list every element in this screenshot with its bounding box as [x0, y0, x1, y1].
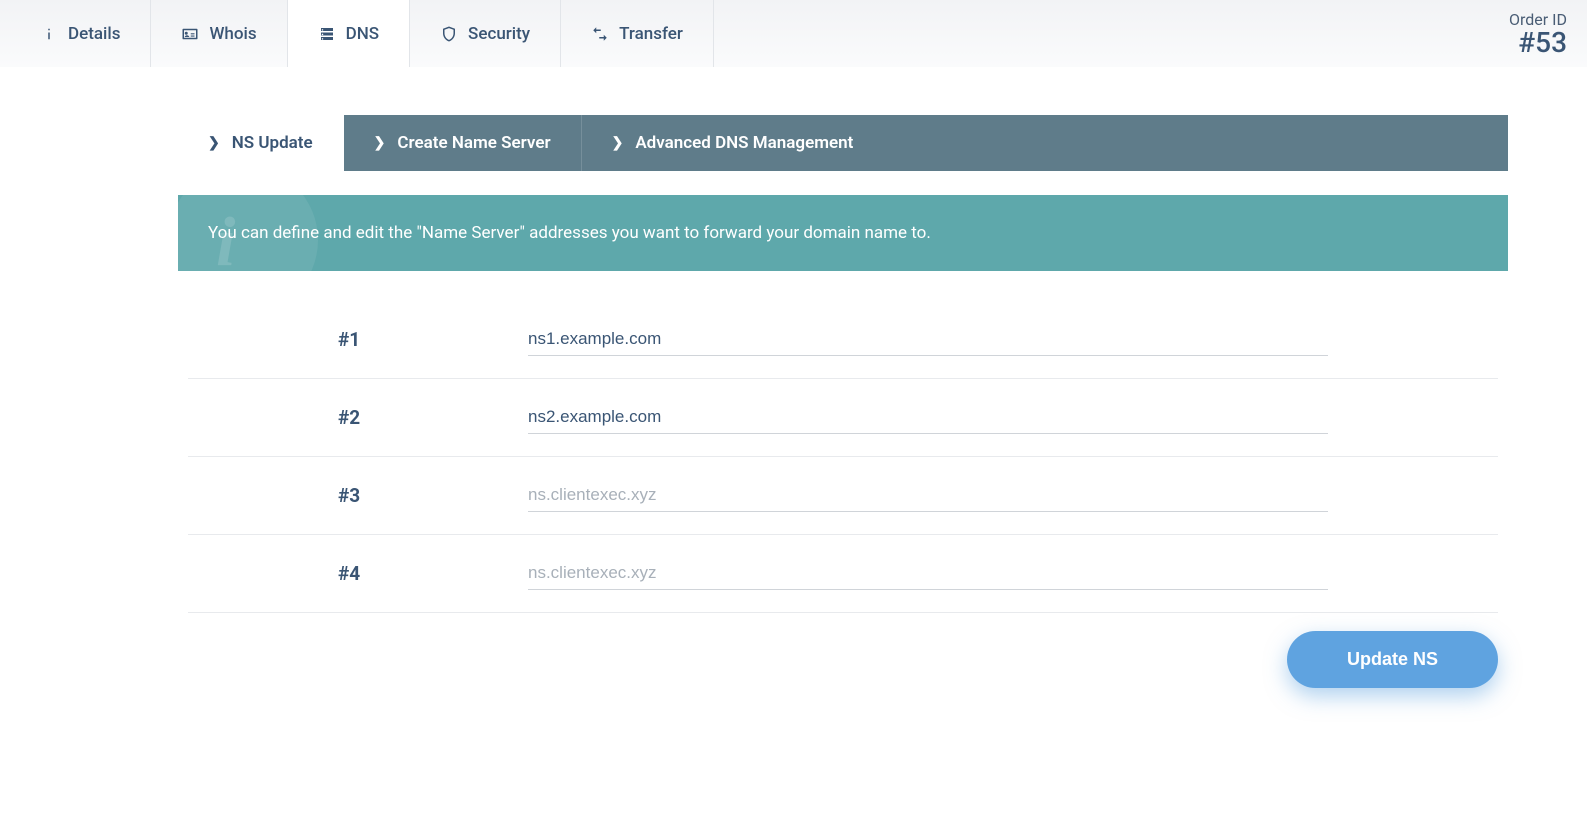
ns-row-label: #1: [188, 328, 528, 351]
subtab-create-ns[interactable]: ❯ Create Name Server: [344, 115, 582, 171]
tab-whois-label: Whois: [209, 24, 256, 44]
tab-transfer[interactable]: Transfer: [561, 0, 714, 67]
ns-row-label: #4: [188, 562, 528, 585]
tab-dns[interactable]: DNS: [288, 0, 410, 67]
sub-tab-bar: ❯ NS Update ❯ Create Name Server ❯ Advan…: [178, 115, 1508, 171]
ns-row: #1: [188, 301, 1498, 379]
subtab-advanced-dns-label: Advanced DNS Management: [635, 133, 853, 153]
main-content: ❯ NS Update ❯ Create Name Server ❯ Advan…: [158, 115, 1528, 706]
tab-details-label: Details: [68, 24, 120, 44]
transfer-icon: [591, 25, 609, 43]
ns-row: #4: [188, 535, 1498, 613]
ns-input-3[interactable]: [528, 479, 1328, 512]
server-icon: [318, 25, 336, 43]
ns-input-2[interactable]: [528, 401, 1328, 434]
tab-whois[interactable]: Whois: [151, 0, 287, 67]
update-ns-button[interactable]: Update NS: [1287, 631, 1498, 688]
info-banner: You can define and edit the "Name Server…: [178, 195, 1508, 271]
ns-row-label: #3: [188, 484, 528, 507]
tab-security-label: Security: [468, 24, 530, 44]
subtab-create-ns-label: Create Name Server: [397, 133, 550, 153]
ns-row: #3: [188, 457, 1498, 535]
ns-input-4[interactable]: [528, 557, 1328, 590]
ns-row-label: #2: [188, 406, 528, 429]
shield-icon: [440, 25, 458, 43]
ns-row: #2: [188, 379, 1498, 457]
subtab-ns-update-label: NS Update: [232, 133, 313, 153]
chevron-right-icon: ❯: [208, 135, 220, 151]
button-row: Update NS: [188, 613, 1498, 706]
tab-security[interactable]: Security: [410, 0, 561, 67]
info-icon: [40, 25, 58, 43]
info-banner-text: You can define and edit the "Name Server…: [208, 223, 1478, 243]
chevron-right-icon: ❯: [374, 135, 386, 151]
tab-dns-label: DNS: [346, 24, 379, 44]
id-card-icon: [181, 25, 199, 43]
ns-input-1[interactable]: [528, 323, 1328, 356]
order-id-block: Order ID #53: [1509, 10, 1567, 57]
top-tab-bar: Details Whois DNS Security Transfer Orde…: [0, 0, 1587, 67]
order-id-value: #53: [1509, 29, 1567, 57]
ns-form: #1 #2 #3 #4 Update NS: [178, 301, 1508, 706]
subtab-advanced-dns[interactable]: ❯ Advanced DNS Management: [582, 115, 884, 171]
tab-transfer-label: Transfer: [619, 24, 683, 44]
tab-details[interactable]: Details: [10, 0, 151, 67]
subtab-ns-update[interactable]: ❯ NS Update: [178, 115, 344, 171]
chevron-right-icon: ❯: [612, 135, 624, 151]
